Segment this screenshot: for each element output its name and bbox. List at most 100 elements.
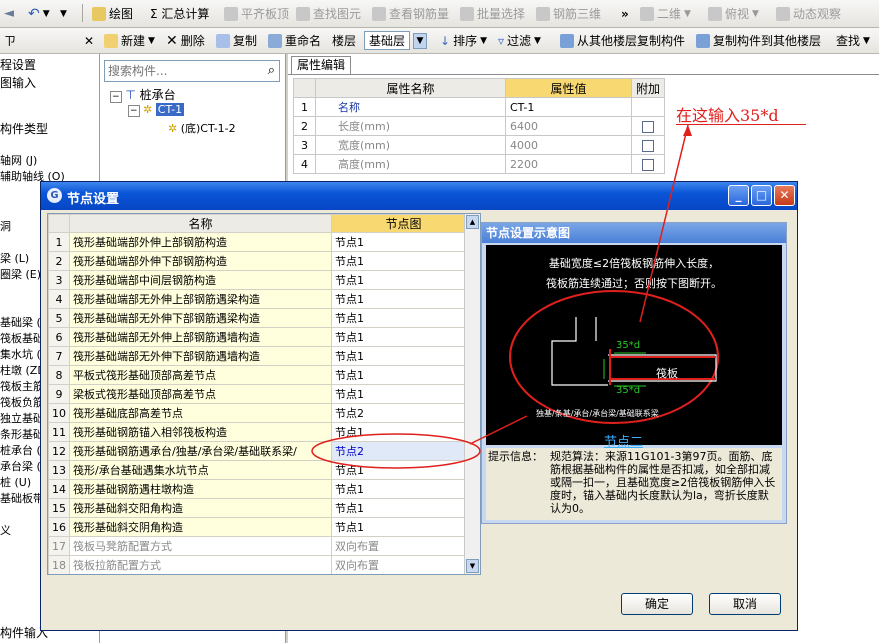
- nav-ring-beam[interactable]: 圈梁 (E): [0, 266, 41, 282]
- panel-close-icon[interactable]: ✕: [84, 28, 94, 53]
- nav-drawing-input[interactable]: 图输入: [0, 74, 36, 91]
- redo-icon[interactable]: ↶ ▼: [28, 0, 50, 27]
- row-node[interactable]: 双向布置: [331, 536, 476, 556]
- more-icon[interactable]: ▼: [60, 0, 67, 27]
- row-node[interactable]: 节点2: [331, 441, 476, 461]
- table-row[interactable]: 11 筏形基础钢筋锚入相邻筏板构造 节点1: [48, 422, 476, 442]
- nav-beam[interactable]: 梁 (L): [0, 250, 29, 266]
- table-row[interactable]: 16 筏形基础斜交阴角构造 节点1: [48, 517, 476, 537]
- orbit-button[interactable]: 动态观察: [776, 0, 841, 27]
- collapse-icon[interactable]: −: [110, 91, 122, 103]
- ok-button[interactable]: 确定: [621, 593, 693, 615]
- nav-found-beam[interactable]: 基础梁 (: [0, 314, 41, 330]
- nav-found-strip[interactable]: 基础板带: [0, 490, 44, 506]
- collapse-icon[interactable]: −: [128, 105, 140, 117]
- sort-button[interactable]: ↓ 排序 ▼: [440, 28, 487, 53]
- overflow-chevron-icon[interactable]: »: [621, 0, 629, 27]
- nav-column-pier[interactable]: 柱墩 (ZD: [0, 362, 46, 378]
- maximize-button[interactable]: □: [751, 185, 772, 206]
- find-element-button[interactable]: 查找图元: [296, 0, 361, 27]
- toolbar-undo-arrow-icon[interactable]: ◄: [4, 0, 14, 27]
- table-row[interactable]: 7 筏形基础端部无外伸下部钢筋遇墙构造 节点1: [48, 346, 476, 366]
- nav-raft-main-bar[interactable]: 筏板主筋: [0, 378, 44, 394]
- scroll-up-icon[interactable]: ▲: [466, 215, 479, 229]
- floor-select[interactable]: 基础层 ▼: [364, 28, 428, 53]
- view-2d-select[interactable]: 二维 ▼: [640, 0, 691, 27]
- table-row[interactable]: 17 筏板马凳筋配置方式 双向布置: [48, 536, 476, 556]
- nav-raft[interactable]: 筏板基础: [0, 330, 44, 346]
- search-icon[interactable]: ⌕: [268, 63, 275, 78]
- flush-top-button[interactable]: 平齐板顶: [224, 0, 289, 27]
- row-node[interactable]: 节点1: [331, 422, 476, 442]
- draw-button[interactable]: 绘图: [92, 0, 133, 27]
- row-node[interactable]: 节点1: [331, 327, 476, 347]
- table-row[interactable]: 14 筏形基础钢筋遇柱墩构造 节点1: [48, 479, 476, 499]
- minimize-button[interactable]: _: [728, 185, 749, 206]
- table-row[interactable]: 10 筏形基础底部高差节点 节点2: [48, 403, 476, 423]
- extra-checkbox[interactable]: [642, 120, 654, 133]
- tab-property-edit[interactable]: 属性编辑: [291, 56, 352, 74]
- search-input[interactable]: [105, 61, 255, 81]
- panel-pin-icon[interactable]: ㄗ: [4, 28, 16, 53]
- table-row[interactable]: 18 筏板拉筋配置方式 双向布置: [48, 555, 476, 574]
- top-view-button[interactable]: 俯视 ▼: [708, 0, 759, 27]
- table-row[interactable]: 3 宽度(mm) 4000: [293, 135, 666, 155]
- table-row[interactable]: 9 梁板式筏形基础顶部高差节点 节点1: [48, 384, 476, 404]
- row-node[interactable]: 节点1: [331, 251, 476, 271]
- table-row[interactable]: 3 筏形基础端部中间层钢筋构造 节点1: [48, 270, 476, 290]
- nav-grid[interactable]: 轴网 (J): [0, 152, 37, 168]
- table-row[interactable]: 2 长度(mm) 6400: [293, 116, 666, 136]
- nav-raft-neg-bar[interactable]: 筏板负筋: [0, 394, 44, 410]
- nav-sump[interactable]: 集水坑 (: [0, 346, 41, 362]
- row-node[interactable]: 节点2: [331, 403, 476, 423]
- cancel-button[interactable]: 取消: [709, 593, 781, 615]
- nav-pile[interactable]: 桩 (U): [0, 474, 31, 490]
- nav-opening[interactable]: 洞: [0, 218, 11, 234]
- row-node[interactable]: 节点1: [331, 308, 476, 328]
- delete-button[interactable]: ✕ 删除: [166, 28, 205, 53]
- row-node[interactable]: 节点1: [331, 384, 476, 404]
- row-node[interactable]: 节点1: [331, 479, 476, 499]
- new-button[interactable]: 新建 ▼: [104, 28, 155, 53]
- sum-calc-button[interactable]: Σ 汇总计算: [150, 0, 209, 27]
- grid-scrollbar[interactable]: ▲ ▼: [464, 214, 480, 574]
- table-row[interactable]: 12 筏形基础钢筋遇承台/独基/承台梁/基础联系梁/节点2: [48, 441, 476, 461]
- row-node[interactable]: 节点1: [331, 289, 476, 309]
- row-node[interactable]: 节点1: [331, 498, 476, 518]
- filter-button[interactable]: ▿ 过滤 ▼: [498, 28, 541, 53]
- tree-node-ct1[interactable]: − ✲ CT-1: [128, 103, 185, 117]
- close-button[interactable]: ✕: [774, 185, 795, 206]
- table-row[interactable]: 1 名称 CT-1: [293, 97, 666, 117]
- table-row[interactable]: 4 筏形基础端部无外伸上部钢筋遇梁构造 节点1: [48, 289, 476, 309]
- nav-strip-footing[interactable]: 条形基础: [0, 426, 44, 442]
- extra-checkbox[interactable]: [642, 158, 654, 171]
- table-row[interactable]: 6 筏形基础端部无外伸上部钢筋遇墙构造 节点1: [48, 327, 476, 347]
- table-row[interactable]: 4 高度(mm) 2200: [293, 154, 666, 174]
- row-node[interactable]: 双向布置: [331, 555, 476, 574]
- row-node[interactable]: 节点1: [331, 346, 476, 366]
- copy-to-floor-button[interactable]: 复制构件到其他楼层: [696, 28, 821, 53]
- table-row[interactable]: 15 筏形基础斜交阳角构造 节点1: [48, 498, 476, 518]
- rebar-3d-button[interactable]: 钢筋三维: [536, 0, 601, 27]
- view-rebar-button[interactable]: 查看钢筋量: [372, 0, 449, 27]
- table-row[interactable]: 1 筏形基础端部外伸上部钢筋构造 节点1: [48, 232, 476, 252]
- nav-isolated-footing[interactable]: 独立基础: [0, 410, 44, 426]
- row-node[interactable]: 节点1: [331, 365, 476, 385]
- nav-cap-beam[interactable]: 承台梁 (: [0, 458, 41, 474]
- tree-root[interactable]: − ⊤ 桩承台: [110, 86, 176, 103]
- dialog-titlebar[interactable]: G 节点设置 _ □ ✕: [41, 182, 797, 210]
- nav-project-settings[interactable]: 程设置: [0, 56, 36, 73]
- rename-button[interactable]: 重命名: [268, 28, 321, 53]
- copy-from-floor-button[interactable]: 从其他楼层复制构件: [560, 28, 685, 53]
- row-node[interactable]: 节点1: [331, 270, 476, 290]
- nav-custom[interactable]: 义: [0, 522, 11, 538]
- table-row[interactable]: 2 筏形基础端部外伸下部钢筋构造 节点1: [48, 251, 476, 271]
- copy-button[interactable]: 复制: [216, 28, 257, 53]
- table-row[interactable]: 5 筏形基础端部无外伸下部钢筋遇梁构造 节点1: [48, 308, 476, 328]
- row-node[interactable]: 节点1: [331, 460, 476, 480]
- row-node[interactable]: 节点1: [331, 517, 476, 537]
- find-button[interactable]: 查找 ▼: [836, 28, 870, 53]
- batch-select-button[interactable]: 批量选择: [460, 0, 525, 27]
- extra-checkbox[interactable]: [642, 139, 654, 152]
- scroll-down-icon[interactable]: ▼: [466, 559, 479, 573]
